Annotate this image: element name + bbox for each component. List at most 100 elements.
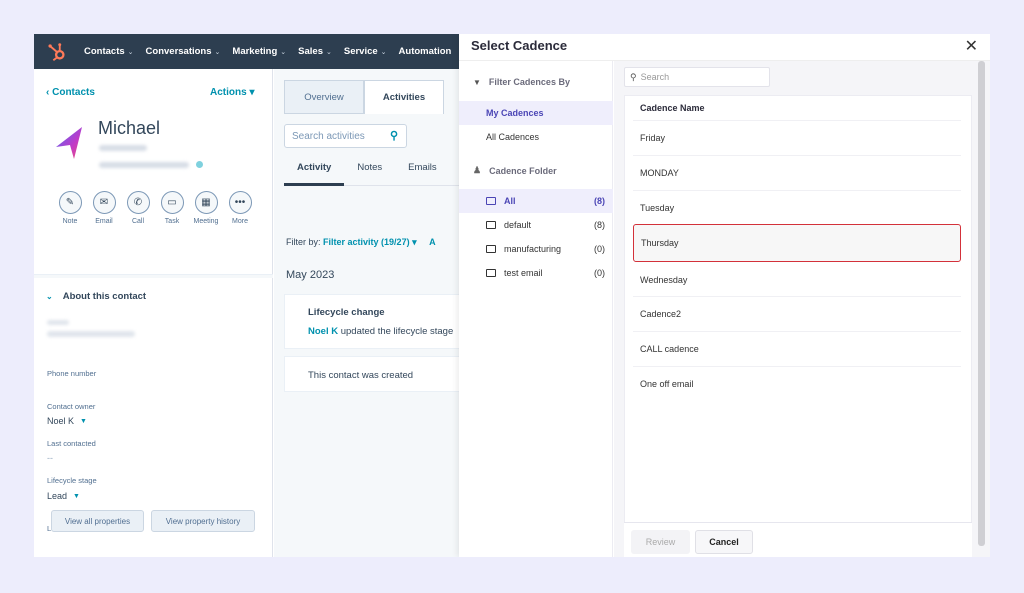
filter-bar: Filter by: Filter activity (19/27) ▾ A	[286, 237, 436, 248]
more-action[interactable]: ••• More	[228, 191, 252, 225]
phone-icon: ✆	[126, 191, 150, 214]
email-action[interactable]: ✉ Email	[92, 191, 116, 225]
more-icon: •••	[228, 191, 252, 214]
cadence-row-highlighted[interactable]: Thursday	[633, 224, 961, 262]
cadence-row[interactable]: Tuesday	[633, 190, 961, 225]
folder-name: manufacturing	[504, 244, 562, 254]
card-description: updated the lifecycle stage	[338, 326, 454, 337]
chevron-down-icon: ⌄	[214, 48, 221, 56]
nav-contacts[interactable]: Contacts ⌄	[84, 46, 134, 57]
folder-icon	[486, 245, 496, 253]
app-window: Contacts ⌄ Conversations ⌄ Marketing ⌄ Sale…	[34, 34, 990, 557]
subtab-emails[interactable]: Emails	[395, 156, 450, 186]
contact-sidebar: ‹ Contacts Actions ▾ Michael ✎ Note ✉ Emai…	[34, 69, 273, 557]
cadence-row[interactable]: CALL cadence	[633, 331, 961, 366]
lifecycle-stage-select[interactable]: Lead ▼	[47, 491, 80, 501]
view-all-properties-button[interactable]: View all properties	[51, 510, 144, 532]
call-label: Call	[131, 218, 145, 225]
hubspot-logo-icon[interactable]	[46, 41, 68, 63]
cadence-row[interactable]: Wednesday	[633, 262, 961, 297]
folder-all[interactable]: All (8)	[459, 189, 613, 213]
filter-activity-dropdown[interactable]: Filter activity (19/27) ▾	[323, 237, 417, 247]
folder-name: test email	[504, 268, 543, 278]
task-action[interactable]: ▭ Task	[160, 191, 184, 225]
folder-default[interactable]: default (8)	[459, 213, 613, 237]
chevron-down-icon: ⌄	[46, 292, 53, 301]
view-property-history-button[interactable]: View property history	[151, 510, 255, 532]
nav-marketing[interactable]: Marketing ⌄	[232, 46, 286, 57]
subtab-activity[interactable]: Activity	[284, 156, 345, 186]
folder-test-email[interactable]: test email (0)	[459, 261, 613, 285]
folder-manufacturing[interactable]: manufacturing (0)	[459, 237, 613, 261]
modal-body: ▼ Filter Cadences By My Cadences All Cade…	[459, 60, 990, 557]
note-icon: ✎	[58, 191, 82, 214]
cadence-row[interactable]: One off email	[633, 366, 961, 401]
contact-name: Michael	[98, 118, 161, 138]
call-action[interactable]: ✆ Call	[126, 191, 150, 225]
nav-service[interactable]: Service ⌄	[344, 46, 387, 57]
contact-avatar	[56, 127, 82, 159]
phone-number-label: Phone number	[47, 369, 97, 378]
meeting-label: Meeting	[193, 218, 219, 225]
cadence-row[interactable]: MONDAY	[633, 155, 961, 190]
actions-dropdown[interactable]: Actions ▾	[210, 87, 254, 98]
column-header-cadence-name: Cadence Name	[640, 103, 705, 113]
folder-count: (8)	[594, 196, 605, 206]
filter-extra-link[interactable]: A	[429, 237, 436, 247]
top-navigation: Contacts ⌄ Conversations ⌄ Marketing ⌄ Sale…	[34, 34, 464, 69]
folder-name: All	[504, 196, 516, 206]
last-contacted-value: --	[47, 453, 53, 463]
record-tabs: Overview Activities	[284, 80, 444, 114]
tab-activities[interactable]: Activities	[364, 80, 444, 114]
about-section-toggle[interactable]: ⌄ About this contact	[46, 291, 146, 302]
search-icon[interactable]: ⚲	[390, 129, 398, 142]
nav-automation[interactable]: Automation	[399, 46, 452, 57]
nav-sales[interactable]: Sales ⌄	[298, 46, 332, 57]
filter-all-cadences[interactable]: All Cadences	[459, 125, 613, 149]
back-to-contacts-link[interactable]: ‹ Contacts	[46, 87, 95, 98]
last-contacted-label: Last contacted	[47, 439, 96, 448]
note-action[interactable]: ✎ Note	[58, 191, 82, 225]
nav-label: Service	[343, 46, 378, 57]
owner-value: Noel K	[47, 416, 75, 426]
search-activities-input[interactable]: Search activities ⚲	[284, 124, 407, 148]
review-button[interactable]: Review	[631, 530, 690, 554]
card-text: Noel K updated the lifecycle stage	[308, 326, 453, 337]
cadence-table: Cadence Name Friday MONDAY Tuesday Thurs…	[624, 95, 972, 523]
task-label: Task	[164, 218, 180, 225]
card-title: Lifecycle change	[308, 307, 385, 318]
more-label: More	[232, 218, 248, 225]
chevron-down-icon: ⌄	[325, 48, 332, 56]
filter-pane: ▼ Filter Cadences By My Cadences All Cade…	[459, 61, 613, 557]
month-heading: May 2023	[286, 269, 335, 281]
filter-prefix: Filter by:	[286, 237, 321, 247]
chevron-down-icon: ⌄	[280, 48, 287, 56]
nav-conversations[interactable]: Conversations ⌄	[146, 46, 221, 57]
nav-label: Contacts	[84, 46, 125, 57]
meeting-action[interactable]: ▦ Meeting	[194, 191, 218, 225]
actor-link[interactable]: Noel K	[308, 326, 338, 337]
contact-owner-label: Contact owner	[47, 402, 96, 411]
close-icon[interactable]: ✕	[965, 36, 978, 56]
section-divider	[34, 274, 273, 278]
activity-card[interactable]: Lifecycle change Noel K updated the life…	[284, 294, 464, 349]
filter-title: Filter Cadences By	[488, 77, 570, 87]
activity-subtabs: Activity Notes Emails	[284, 156, 464, 186]
cadence-row[interactable]: Friday	[633, 120, 961, 155]
filter-my-cadences[interactable]: My Cadences	[459, 101, 613, 125]
subtab-notes[interactable]: Notes	[344, 156, 395, 186]
cancel-button[interactable]: Cancel	[695, 530, 753, 554]
cadence-row[interactable]: Cadence2	[633, 296, 961, 331]
contact-owner-select[interactable]: Noel K ▼	[47, 416, 87, 426]
folder-icon	[486, 269, 496, 277]
tab-overview[interactable]: Overview	[284, 80, 364, 114]
lifecycle-stage-label: Lifecycle stage	[47, 476, 97, 485]
scrollbar[interactable]	[978, 61, 985, 546]
chevron-down-icon: ⌄	[127, 48, 134, 56]
cadence-search-input[interactable]: ⚲ Search	[624, 67, 770, 87]
user-icon: ♟	[473, 165, 482, 175]
activity-card[interactable]: This contact was created	[284, 356, 464, 392]
blurred-company	[99, 145, 147, 151]
search-icon: ⚲	[630, 71, 637, 82]
copy-icon[interactable]	[196, 161, 203, 168]
